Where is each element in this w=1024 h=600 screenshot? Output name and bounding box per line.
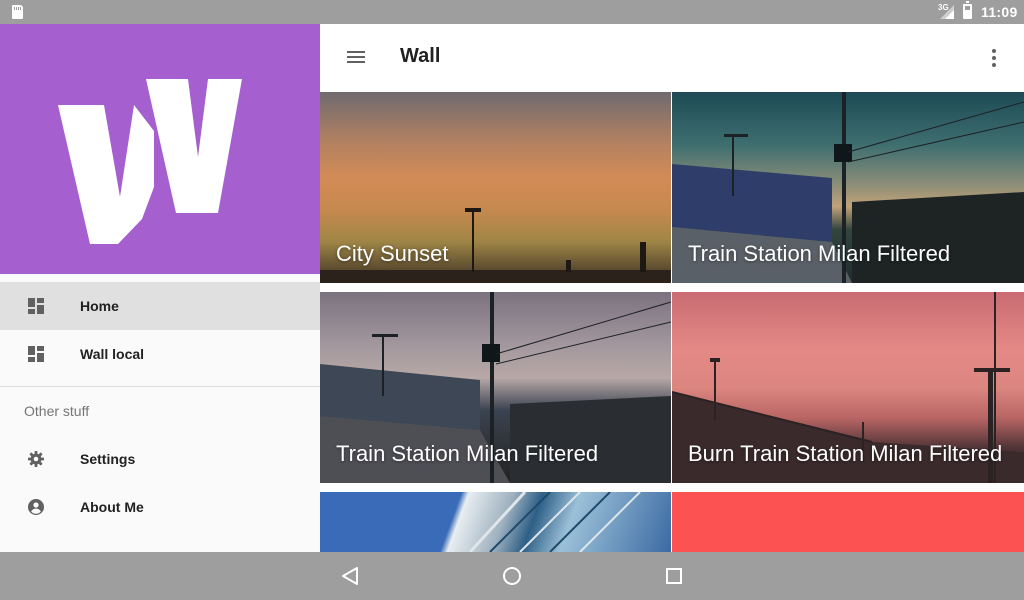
more-vert-icon[interactable] — [990, 48, 998, 68]
navigation-drawer: Home Wall local Other stuff Settings Abo… — [0, 24, 320, 552]
home-icon[interactable] — [500, 564, 524, 588]
wallpaper-card[interactable] — [320, 492, 671, 552]
drawer-item-label: Wall local — [80, 346, 145, 362]
wallpaper-title: Train Station Milan Filtered — [336, 441, 599, 466]
drawer-item-label: About Me — [80, 499, 144, 515]
dashboard-icon — [28, 298, 44, 314]
clock: 11:09 — [981, 4, 1018, 20]
page-title: Wall — [400, 45, 441, 67]
wallpaper-card[interactable]: Burn Train Station Milan Filtered — [672, 292, 1024, 483]
drawer-item-home[interactable]: Home — [0, 282, 320, 330]
account-circle-icon — [28, 499, 44, 515]
wallpaper-card[interactable]: City Sunset — [320, 92, 671, 283]
battery-icon — [963, 1, 972, 19]
wallpaper-title: City Sunset — [336, 241, 449, 266]
dashboard-icon — [28, 346, 44, 362]
wallpaper-title: Train Station Milan Filtered — [688, 241, 951, 266]
wallpaper-card[interactable] — [672, 492, 1024, 552]
wallpaper-card[interactable]: Train Station Milan Filtered — [320, 292, 671, 483]
wallpaper-image — [468, 492, 641, 552]
wallpaper-card[interactable]: Train Station Milan Filtered — [672, 92, 1024, 283]
status-bar: 3G 11:09 — [0, 0, 1024, 24]
back-icon[interactable] — [338, 564, 362, 588]
wall-logo — [58, 79, 242, 244]
drawer-item-label: Home — [80, 298, 119, 314]
drawer-item-about-me[interactable]: About Me — [0, 483, 320, 531]
drawer-header — [0, 24, 320, 274]
app-bar: Wall — [320, 24, 1024, 92]
wallpaper-grid: City Sunset Train Station Milan Filtered — [320, 92, 1024, 552]
recents-icon[interactable] — [662, 564, 686, 588]
system-navigation-bar — [0, 552, 1024, 600]
signal-icon — [940, 5, 954, 19]
drawer-item-settings[interactable]: Settings — [0, 435, 320, 483]
wallpaper-title: Burn Train Station Milan Filtered — [688, 441, 1003, 466]
sd-card-icon — [12, 5, 23, 19]
gear-icon — [28, 451, 44, 467]
drawer-item-label: Settings — [80, 451, 136, 467]
hamburger-menu-icon[interactable] — [346, 49, 366, 65]
drawer-subheader: Other stuff — [24, 403, 90, 419]
drawer-item-wall-local[interactable]: Wall local — [0, 330, 320, 378]
